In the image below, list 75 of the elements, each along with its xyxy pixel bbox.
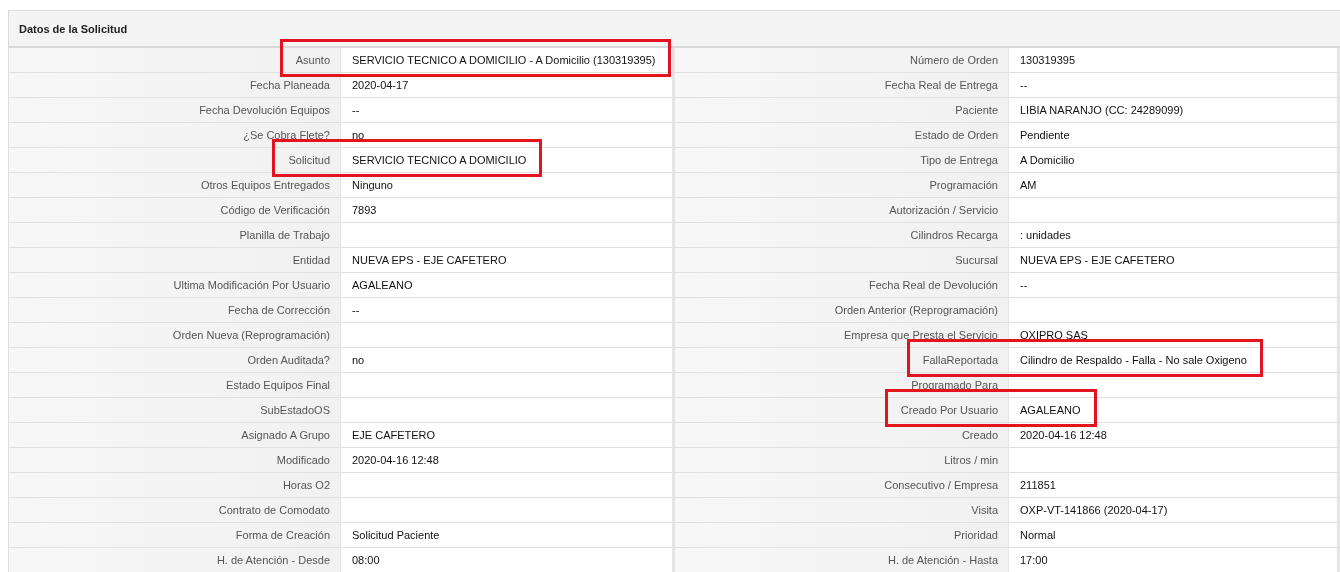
field-label: Creado (961, 429, 998, 441)
field-label: Fecha Devolución Equipos (199, 104, 330, 116)
field-label: Paciente (955, 104, 998, 116)
field-label: Orden Anterior (Reprogramación) (834, 304, 998, 316)
field-label: Prioridad (953, 529, 998, 541)
field-label: Visita (971, 504, 998, 516)
field-value: Solicitud Paciente (352, 529, 440, 541)
field-label: Fecha Planeada (249, 79, 330, 91)
field-label: Orden Auditada? (247, 354, 330, 366)
field-label: Litros / min (944, 454, 998, 466)
field-value: 130319395 (1020, 54, 1076, 66)
field-value: A Domicilio (1020, 154, 1075, 166)
field-value: SERVICIO TECNICO A DOMICILIO - A Domicilio (130319395) (352, 54, 656, 66)
field-value: 211851 (1020, 479, 1056, 491)
field-value: AGALEANO (352, 279, 413, 291)
field-label: SubEstadoOS (260, 404, 330, 416)
field-value: -- (1020, 79, 1028, 91)
field-value: 2020-04-16 12:48 (1020, 429, 1107, 441)
field-label: Forma de Creación (235, 529, 330, 541)
field-value: -- (1020, 279, 1028, 291)
field-value: 08:00 (352, 554, 380, 566)
field-label: Otros Equipos Entregados (200, 179, 330, 191)
field-value: AGALEANO (1020, 404, 1081, 416)
field-value: 2020-04-17 (352, 79, 409, 91)
field-label: Autorización / Servicio (889, 204, 998, 216)
field-value: Pendiente (1020, 129, 1070, 141)
field-label: Código de Verificación (220, 204, 330, 216)
field-label: H. de Atención - Hasta (887, 554, 998, 566)
field-label: Cilindros Recarga (910, 229, 998, 241)
field-value: -- (352, 304, 360, 316)
field-label: Entidad (292, 254, 330, 266)
field-value: : unidades (1020, 229, 1071, 241)
field-label: Estado Equipos Final (226, 379, 330, 391)
field-label: ¿Se Cobra Flete? (243, 129, 330, 141)
field-value: 2020-04-16 12:48 (352, 454, 439, 466)
field-value: EJE CAFETERO (352, 429, 436, 441)
field-value: no (352, 354, 365, 366)
field-label: FallaReportada (922, 354, 998, 366)
field-label: Orden Nueva (Reprogramación) (172, 329, 330, 341)
field-value: SERVICIO TECNICO A DOMICILIO (352, 154, 527, 166)
field-label: Programación (929, 179, 998, 191)
field-value: Normal (1020, 529, 1056, 541)
field-label: Fecha de Corrección (227, 304, 330, 316)
field-label: Asignado A Grupo (241, 429, 330, 441)
field-value: Ninguno (352, 179, 393, 191)
field-label: Contrato de Comodato (218, 504, 330, 516)
field-value: OXIPRO SAS (1020, 329, 1088, 341)
field-label: Horas O2 (282, 479, 330, 491)
field-value: AM (1020, 179, 1037, 191)
field-label: Consecutivo / Empresa (884, 479, 998, 491)
field-label: Ultima Modificación Por Usuario (173, 279, 330, 291)
field-label: Fecha Real de Devolución (868, 279, 998, 291)
field-label: Estado de Orden (914, 129, 998, 141)
field-label: H. de Atención - Desde (216, 554, 330, 566)
panel-title: Datos de la Solicitud (19, 22, 128, 35)
field-value: NUEVA EPS - EJE CAFETERO (1020, 254, 1175, 266)
field-label: Fecha Real de Entrega (884, 79, 998, 91)
field-value: -- (352, 104, 360, 116)
field-label: Empresa que Presta el Servicio (843, 329, 998, 341)
field-label: Creado Por Usuario (900, 404, 998, 416)
field-label: Programado Para (911, 379, 998, 391)
field-label: Planilla de Trabajo (239, 229, 330, 241)
field-label: Modificado (276, 454, 330, 466)
field-value: OXP-VT-141866 (2020-04-17) (1020, 504, 1168, 516)
field-value: NUEVA EPS - EJE CAFETERO (352, 254, 507, 266)
field-label: Número de Orden (909, 54, 998, 66)
field-value: 7893 (352, 204, 377, 216)
field-value: no (352, 129, 365, 141)
field-label: Sucursal (955, 254, 998, 266)
field-value: 17:00 (1020, 554, 1048, 566)
field-value: Cilindro de Respaldo - Falla - No sale Oxigeno (1020, 354, 1247, 366)
field-label: Solicitud (288, 154, 330, 166)
field-label: Tipo de Entrega (920, 154, 998, 166)
field-value: LIBIA NARANJO (CC: 24289099) (1020, 104, 1184, 116)
field-label: Asunto (295, 54, 330, 66)
